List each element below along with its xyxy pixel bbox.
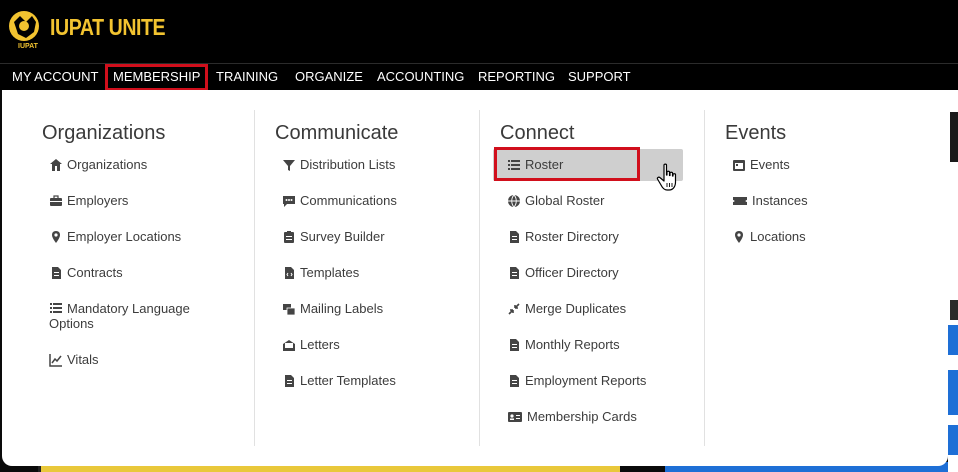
menu-item-label: Events: [750, 157, 790, 172]
column-divider: [254, 110, 255, 446]
menu-item-label: Instances: [752, 193, 808, 208]
menu-item-vitals[interactable]: Vitals: [49, 352, 99, 367]
iupat-emblem-icon: IUPAT: [4, 8, 48, 52]
menu-item-letter-templates[interactable]: Letter Templates: [282, 373, 396, 388]
background-block: [948, 325, 958, 355]
connect-heading: Connect: [500, 122, 575, 144]
menu-item-label: Locations: [750, 229, 806, 244]
menu-item-contracts[interactable]: Contracts: [49, 265, 123, 280]
menu-item-label: Communications: [300, 193, 397, 208]
mail-bulk-icon: [282, 302, 296, 316]
globe-icon: [507, 194, 521, 208]
file-code-icon: [282, 266, 296, 280]
nav-reporting[interactable]: REPORTING: [478, 64, 555, 91]
building-icon: [49, 158, 63, 172]
menu-item-label: Organizations: [67, 157, 148, 172]
menu-item-distribution-lists[interactable]: Distribution Lists: [282, 157, 395, 172]
app-logo[interactable]: IUPAT IUPAT UNITE: [4, 8, 185, 52]
file-contract-icon: [49, 266, 63, 280]
menu-item-employer-locations[interactable]: Employer Locations: [49, 229, 181, 244]
list-icon: [49, 301, 63, 315]
briefcase-icon: [49, 194, 63, 208]
menu-item-label: Contracts: [67, 265, 123, 280]
column-divider: [479, 110, 480, 446]
file-alt-icon: [282, 374, 296, 388]
menu-item-roster-directory[interactable]: Roster Directory: [507, 229, 619, 244]
hand-pointer-cursor-icon: [655, 163, 683, 193]
menu-item-global-roster[interactable]: Global Roster: [507, 193, 604, 208]
menu-item-merge-duplicates[interactable]: Merge Duplicates: [507, 301, 626, 316]
menu-item-label: Employment Reports: [525, 373, 647, 388]
menu-item-membership-cards[interactable]: Membership Cards: [507, 409, 637, 424]
ticket-icon: [732, 194, 748, 208]
calendar-icon: [732, 158, 746, 172]
nav-support[interactable]: SUPPORT: [568, 64, 631, 91]
logo-sub-text: IUPAT: [18, 43, 39, 50]
file-alt-icon: [507, 230, 521, 244]
background-block: [950, 112, 958, 162]
menu-item-label: Mandatory Language Options: [49, 301, 190, 331]
menu-item-employers[interactable]: Employers: [49, 193, 128, 208]
membership-mega-menu: Organizations Organizations Employers Em…: [2, 90, 948, 466]
menu-item-officer-directory[interactable]: Officer Directory: [507, 265, 619, 280]
menu-item-label: Survey Builder: [300, 229, 385, 244]
file-alt-icon: [507, 374, 521, 388]
map-marker-icon: [49, 230, 63, 244]
background-block: [948, 370, 958, 415]
menu-item-letters[interactable]: Letters: [282, 337, 340, 352]
envelope-open-icon: [282, 338, 296, 352]
menu-item-label: Officer Directory: [525, 265, 619, 280]
main-nav: MY ACCOUNT MEMBERSHIP TRAINING ORGANIZE …: [0, 63, 958, 91]
compress-icon: [507, 302, 521, 316]
file-alt-icon: [507, 266, 521, 280]
menu-item-label: Vitals: [67, 352, 99, 367]
menu-item-label: Letters: [300, 337, 340, 352]
chart-line-icon: [49, 353, 63, 367]
menu-item-label: Employers: [67, 193, 129, 208]
filter-icon: [282, 158, 296, 172]
top-header: IUPAT IUPAT UNITE: [0, 0, 958, 63]
column-divider: [704, 110, 705, 446]
menu-item-label: Letter Templates: [300, 373, 396, 388]
menu-item-mailing-labels[interactable]: Mailing Labels: [282, 301, 383, 316]
menu-item-label: Merge Duplicates: [525, 301, 627, 316]
menu-item-events[interactable]: Events: [732, 157, 790, 172]
menu-item-label: Distribution Lists: [300, 157, 396, 172]
id-card-icon: [507, 410, 523, 424]
menu-item-label: Templates: [300, 265, 360, 280]
roster-highlight-box: [494, 147, 640, 181]
nav-membership[interactable]: MEMBERSHIP: [105, 64, 209, 91]
menu-item-label: Mailing Labels: [300, 301, 384, 316]
menu-item-label: Monthly Reports: [525, 337, 620, 352]
menu-item-employment-reports[interactable]: Employment Reports: [507, 373, 646, 388]
menu-item-label: Membership Cards: [527, 409, 637, 424]
map-marker-icon: [732, 230, 746, 244]
communicate-heading: Communicate: [275, 122, 399, 144]
clipboard-list-icon: [282, 230, 296, 244]
logo-text: IUPAT UNITE: [50, 13, 166, 40]
menu-item-templates[interactable]: Templates: [282, 265, 359, 280]
comment-dots-icon: [282, 194, 296, 208]
nav-accounting[interactable]: ACCOUNTING: [377, 64, 464, 91]
menu-item-locations[interactable]: Locations: [732, 229, 806, 244]
nav-my-account[interactable]: MY ACCOUNT: [12, 64, 98, 91]
menu-item-instances[interactable]: Instances: [732, 193, 808, 208]
organizations-heading: Organizations: [42, 122, 166, 144]
nav-training[interactable]: TRAINING: [216, 64, 278, 91]
background-block: [948, 425, 958, 455]
menu-item-monthly-reports[interactable]: Monthly Reports: [507, 337, 620, 352]
nav-organize[interactable]: ORGANIZE: [295, 64, 363, 91]
events-heading: Events: [725, 122, 787, 144]
menu-item-mandatory-language-options[interactable]: Mandatory Language Options: [49, 301, 229, 331]
menu-item-label: Roster Directory: [525, 229, 619, 244]
menu-item-survey-builder[interactable]: Survey Builder: [282, 229, 385, 244]
file-alt-icon: [507, 338, 521, 352]
background-block: [950, 300, 958, 320]
menu-item-label: Global Roster: [525, 193, 605, 208]
menu-item-communications[interactable]: Communications: [282, 193, 397, 208]
menu-item-organizations[interactable]: Organizations: [49, 157, 147, 172]
menu-item-label: Employer Locations: [67, 229, 182, 244]
